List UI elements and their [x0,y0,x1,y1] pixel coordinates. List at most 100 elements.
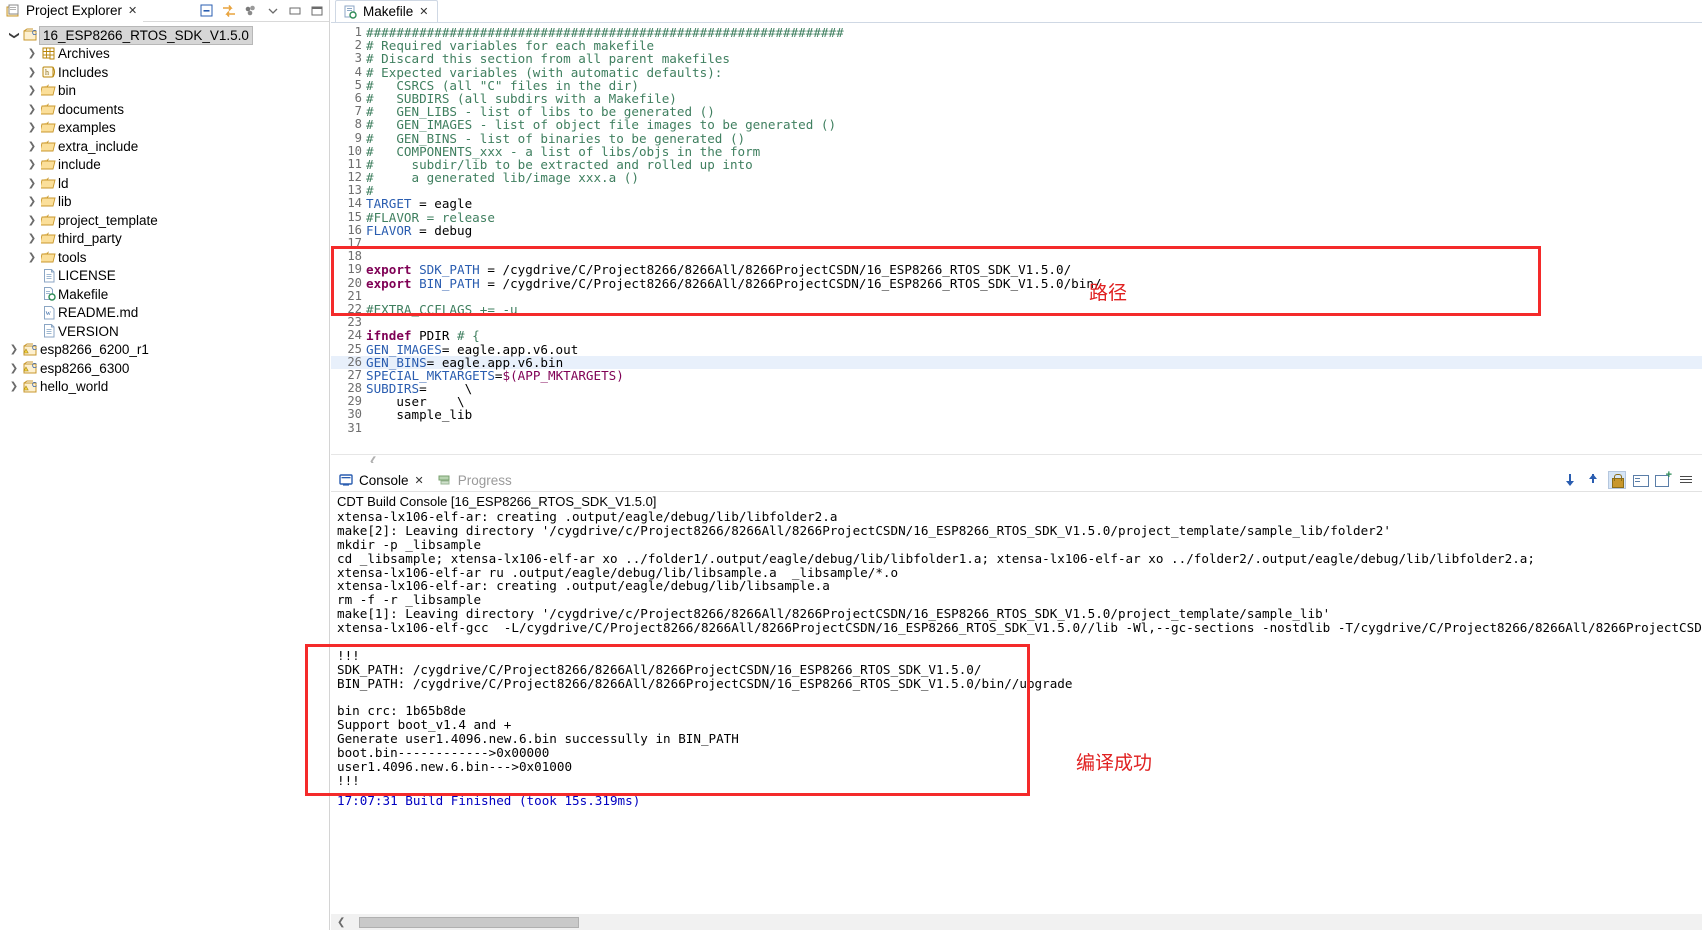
chevron-right-icon[interactable]: ❯ [24,178,40,189]
code-line[interactable]: 29 user \ [331,395,1702,409]
chevron-right-icon[interactable]: ❯ [24,141,40,152]
close-icon[interactable]: ✕ [128,4,137,17]
code-line[interactable]: 23 [331,315,1702,329]
tree-item-esp8266-6300[interactable]: ❯ Cesp8266_6300 [0,359,329,378]
tab-project-explorer[interactable]: Project Explorer ✕ [0,0,144,22]
project-explorer-view: Project Explorer ✕ ❯ C 16_ESP8266_RTOS_S… [0,0,330,930]
close-icon[interactable]: ✕ [419,5,428,18]
tree-item-third-party[interactable]: ❯ third_party [0,230,329,249]
console-line: Support boot_v1.4 and + [337,717,512,733]
collapse-all-icon[interactable] [199,3,215,19]
line-number: 24 [347,328,362,343]
project-explorer-toolbar [199,3,329,19]
chevron-down-icon[interactable]: ❯ [9,27,20,43]
chevron-right-icon[interactable]: ❯ [6,363,22,374]
tree-item-label: extra_include [58,138,139,154]
maximize-icon[interactable] [309,3,325,19]
tree-item-tools[interactable]: ❯ tools [0,248,329,267]
code-line[interactable]: 20 export BIN_PATH = /cygdrive/C/Project8… [331,276,1702,290]
console-line: Generate user1.4096.new.6.bin successull… [337,731,739,747]
tree-item-archives[interactable]: ❯ Archives [0,45,329,64]
folder-icon [40,251,58,264]
scroll-up-icon[interactable] [1586,472,1602,488]
tree-item-makefile[interactable]: Makefile [0,285,329,304]
tree-item-extra-include[interactable]: ❯ extra_include [0,137,329,156]
tab-console[interactable]: Console ✕ [331,469,430,492]
console-horizontal-scrollbar[interactable]: ❮ [331,914,1702,930]
tree-item-esp8266-6200-r1[interactable]: ❯ Cesp8266_6200_r1 [0,341,329,360]
archives-icon [40,47,58,61]
tree-item-ld[interactable]: ❯ ld [0,174,329,193]
tree-item-label: third_party [58,231,122,247]
code-line[interactable]: 14 TARGET = eagle [331,197,1702,211]
project-warning-icon: C [22,380,40,394]
code-line[interactable]: 21 [331,289,1702,303]
console-tab-label: Console [359,472,409,488]
scroll-lock-icon[interactable] [1608,471,1626,489]
tree-item-16-esp8266-rtos-sdk-v1-5-0[interactable]: ❯ C 16_ESP8266_RTOS_SDK_V1.5.0 [0,25,329,45]
tree-item-version[interactable]: VERSION [0,322,329,341]
code-line[interactable]: 15 #FLAVOR = release [331,210,1702,224]
code-line[interactable]: 22 #EXTRA_CCFLAGS += -u [331,302,1702,316]
close-icon[interactable]: ✕ [415,474,424,487]
chevron-right-icon[interactable]: ❯ [24,48,40,59]
tree-item-lib[interactable]: ❯ lib [0,193,329,212]
chevron-right-icon[interactable]: ❯ [6,344,22,355]
tree-item-include[interactable]: ❯ include [0,156,329,175]
console-output[interactable]: xtensa-lx106-elf-ar: creating .output/ea… [331,510,1702,808]
project-tree[interactable]: ❯ C 16_ESP8266_RTOS_SDK_V1.5.0 ❯ Archives ❯ h I… [0,22,329,396]
code-line[interactable]: 16 FLAVOR = debug [331,222,1702,238]
scrollbar-thumb[interactable] [359,916,580,928]
link-with-editor-icon[interactable] [221,3,237,19]
tree-item-label: project_template [58,212,158,228]
tree-item-readme-md[interactable]: w README.md [0,304,329,323]
tree-item-includes[interactable]: ❯ h Includes [0,63,329,82]
view-menu-dots-icon[interactable] [243,3,259,19]
tree-item-examples[interactable]: ❯ examples [0,119,329,138]
minimize-icon[interactable] [287,3,303,19]
code-line[interactable]: 31 [331,421,1702,435]
chevron-right-icon[interactable]: ❯ [24,85,40,96]
tree-item-project-template[interactable]: ❯ project_template [0,211,329,230]
chevron-right-icon[interactable]: ❯ [24,215,40,226]
scroll-down-icon[interactable] [1563,472,1579,488]
chevron-right-icon[interactable]: ❯ [24,67,40,78]
chevron-right-icon[interactable]: ❯ [24,233,40,244]
makefile-source[interactable]: 1 #######################################… [331,23,1702,435]
chevron-down-icon[interactable] [265,3,281,19]
chevron-right-icon[interactable]: ❯ [24,104,40,115]
console-line: xtensa-lx106-elf-gcc -L/cygdrive/C/Proje… [337,620,1702,636]
code-line[interactable]: 28 SUBDIRS= \ [331,381,1702,395]
line-number: 5 [354,77,362,92]
code-line[interactable]: 17 [331,236,1702,250]
scroll-left-icon[interactable]: ❮ [337,917,345,928]
chevron-right-icon[interactable]: ❯ [24,252,40,263]
tree-item-license[interactable]: LICENSE [0,267,329,286]
code-line[interactable]: 30 sample_lib [331,407,1702,423]
chevron-right-icon[interactable]: ❯ [24,196,40,207]
code-text: FLAVOR = debug [366,222,473,238]
open-console-icon[interactable] [1655,469,1672,488]
folder-icon [40,158,58,171]
tree-item-bin[interactable]: ❯ bin [0,82,329,101]
chevron-right-icon[interactable]: ❯ [24,122,40,133]
code-line[interactable]: 27 SPECIAL_MKTARGETS=$(APP_MKTARGETS) [331,368,1702,382]
chevron-right-icon[interactable]: ❯ [24,159,40,170]
tree-item-documents[interactable]: ❯ documents [0,100,329,119]
code-line[interactable]: 12 # a generated lib/image xxx.a () [331,170,1702,184]
editor-body[interactable]: 1 #######################################… [331,22,1702,468]
tree-item-label: lib [58,194,72,210]
tab-progress[interactable]: Progress [430,469,518,492]
code-text: sample_lib [366,407,473,423]
code-line[interactable]: 13 # [331,184,1702,198]
editor-console-sash[interactable] [331,463,1702,468]
chevron-right-icon[interactable]: ❯ [6,381,22,392]
editor-tabstrip-background [331,0,1702,22]
view-menu-icon[interactable] [1678,472,1694,488]
tree-item-hello-world[interactable]: ❯ Chello_world [0,378,329,397]
line-number: 4 [354,64,362,79]
display-selected-console-icon[interactable] [1632,472,1649,488]
tab-makefile[interactable]: Makefile ✕ [335,0,438,22]
